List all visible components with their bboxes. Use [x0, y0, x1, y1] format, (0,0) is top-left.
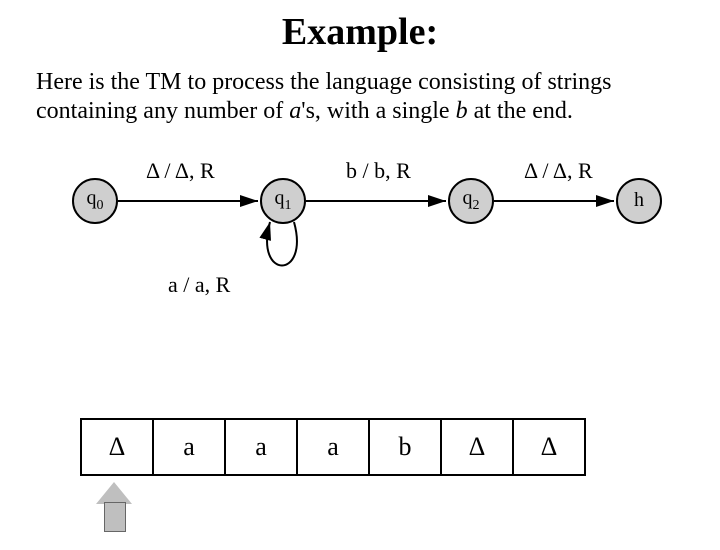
page-title: Example:	[0, 10, 720, 54]
tm-diagram: q0 q1 q2 h Δ / Δ, R b / b, R Δ / Δ, R a …	[0, 140, 720, 340]
tape-cell: a	[296, 420, 368, 474]
tape-cell: Δ	[512, 420, 584, 474]
state-h: h	[616, 178, 662, 224]
edge-q2-h: Δ / Δ, R	[524, 158, 593, 184]
tape-head	[100, 482, 128, 532]
state-q2: q2	[448, 178, 494, 224]
desc-b: b	[456, 98, 468, 124]
state-q0: q0	[72, 178, 118, 224]
tape-cell: Δ	[440, 420, 512, 474]
tape-cell: a	[224, 420, 296, 474]
desc-mid: 's, with a single	[301, 98, 455, 124]
edge-q1-q2: b / b, R	[346, 158, 411, 184]
head-stem	[104, 502, 126, 532]
description: Here is the TM to process the language c…	[36, 68, 684, 126]
tape-cell: Δ	[82, 420, 152, 474]
state-q1: q1	[260, 178, 306, 224]
edge-q1-loop: a / a, R	[168, 272, 230, 298]
tape: Δ a a a b Δ Δ	[80, 418, 586, 476]
state-h-label: h	[634, 189, 644, 212]
arrow-up-icon	[96, 482, 132, 504]
tape-cell: a	[152, 420, 224, 474]
tape-cell: b	[368, 420, 440, 474]
state-q0-label: q0	[87, 187, 104, 214]
state-q1-label: q1	[275, 187, 292, 214]
state-q2-label: q2	[463, 187, 480, 214]
desc-a: a	[289, 98, 301, 124]
desc-post: at the end.	[468, 98, 573, 124]
edge-q0-q1: Δ / Δ, R	[146, 158, 215, 184]
